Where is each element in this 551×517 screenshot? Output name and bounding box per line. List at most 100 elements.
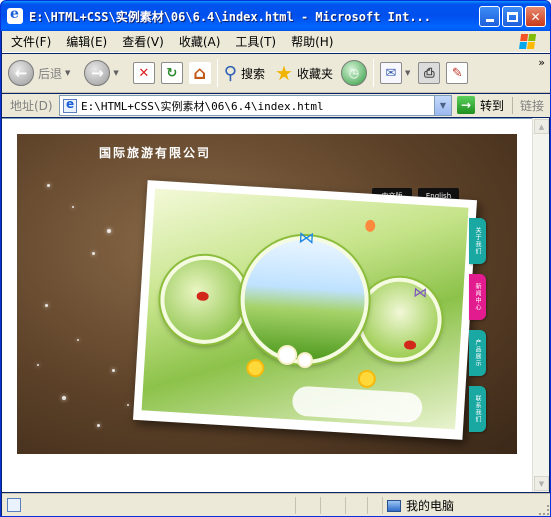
balloon-icon (364, 219, 376, 233)
flower-icon (247, 360, 263, 376)
sparkle (77, 339, 79, 341)
menu-favorites[interactable]: 收藏(A) (173, 33, 227, 50)
status-divider (320, 497, 321, 514)
resize-grip-icon[interactable] (539, 505, 549, 515)
go-arrow-icon: → (457, 96, 475, 114)
tab-about-us[interactable]: 关于我们 (469, 218, 486, 264)
mail-icon: ✉ (379, 62, 402, 84)
back-arrow-icon: ← (8, 60, 34, 86)
stop-icon: ✕ (132, 62, 155, 84)
vertical-scrollbar[interactable]: ▲ ▼ (532, 118, 549, 492)
chevron-down-icon[interactable]: ▼ (65, 69, 70, 77)
site-title: 国际旅游有限公司 (99, 146, 212, 160)
tab-news-center[interactable]: 新闻中心 (469, 274, 486, 320)
right-bubble (355, 275, 445, 365)
security-zone: 我的电脑 (387, 497, 454, 514)
back-button[interactable]: ← 后退 ▼ (8, 60, 70, 86)
maximize-button[interactable] (502, 6, 523, 27)
go-label: 转到 (480, 98, 505, 113)
scroll-up-arrow-icon[interactable]: ▲ (534, 119, 549, 134)
page-icon (63, 97, 77, 113)
close-icon: ✕ (530, 9, 541, 24)
home-icon: ⌂ (188, 62, 211, 84)
minimize-icon (485, 19, 494, 22)
address-url[interactable]: E:\HTML+CSS\实例素材\06\6.4\index.html (81, 98, 324, 114)
minimize-button[interactable] (479, 6, 500, 27)
search-label: 搜索 (240, 66, 265, 81)
favorites-button[interactable]: ★ 收藏夹 (275, 61, 333, 85)
sparkle (45, 304, 48, 307)
browser-window: E:\HTML+CSS\实例素材\06\6.4\index.html - Mic… (0, 0, 551, 517)
menu-tools[interactable]: 工具(T) (229, 33, 282, 50)
maximize-icon (507, 11, 518, 22)
status-divider (295, 497, 296, 514)
tab-products[interactable]: 产品展示 (469, 330, 486, 376)
sparkle (47, 184, 50, 187)
toolbar: ← 后退 ▼ → ▼ ✕ ↻ ⌂ ⚲ 搜索 ★ 收藏夹 ◷ ✉ ▼ ⎙ ✎ » (2, 54, 550, 93)
spring-landscape-image: ⋈ ⋈ (141, 188, 469, 430)
menu-edit[interactable]: 编辑(E) (60, 33, 113, 50)
sparkle (92, 252, 95, 255)
refresh-icon: ↻ (160, 62, 183, 84)
go-button[interactable]: → 转到 (457, 96, 504, 114)
flower-icon (298, 353, 312, 367)
title-bar[interactable]: E:\HTML+CSS\实例素材\06\6.4\index.html - Mic… (1, 1, 550, 31)
edit-button[interactable]: ✎ (446, 62, 469, 84)
close-button[interactable]: ✕ (525, 6, 546, 27)
address-label: 地址(D) (10, 99, 53, 113)
site-banner: 国际旅游有限公司 中文版 English ⋈ ⋈ (17, 134, 517, 454)
forward-arrow-icon: → (84, 60, 111, 86)
address-input[interactable]: E:\HTML+CSS\实例素材\06\6.4\index.html ▼ (59, 95, 452, 116)
tab-contact-us[interactable]: 联系我们 (469, 386, 486, 432)
refresh-button[interactable]: ↻ (160, 62, 183, 84)
flower-icon (359, 371, 375, 387)
chevron-down-icon[interactable]: ▼ (434, 96, 451, 115)
search-button[interactable]: ⚲ 搜索 (224, 63, 265, 84)
home-button[interactable]: ⌂ (188, 62, 211, 84)
back-label: 后退 (38, 66, 63, 81)
status-divider (382, 497, 383, 514)
butterfly-icon: ⋈ (297, 227, 315, 248)
page-status-icon (7, 498, 21, 512)
mail-button[interactable]: ✉ ▼ (379, 62, 410, 84)
ladybug-icon (403, 340, 417, 350)
chevron-down-icon[interactable]: ▼ (113, 69, 118, 77)
butterfly-icon: ⋈ (412, 284, 428, 302)
page-viewport[interactable]: 国际旅游有限公司 中文版 English ⋈ ⋈ (2, 118, 532, 492)
ie-icon (7, 6, 23, 24)
stop-button[interactable]: ✕ (132, 62, 155, 84)
edit-page-icon: ✎ (446, 62, 469, 84)
sparkle (112, 369, 115, 372)
address-bar: 地址(D) E:\HTML+CSS\实例素材\06\6.4\index.html… (2, 94, 550, 117)
computer-icon (387, 499, 401, 512)
scroll-down-arrow-icon[interactable]: ▼ (534, 476, 549, 491)
forward-button[interactable]: → ▼ (84, 60, 119, 86)
status-divider (345, 497, 346, 514)
windows-logo-icon (513, 32, 543, 52)
menu-bar: 文件(F) 编辑(E) 查看(V) 收藏(A) 工具(T) 帮助(H) (2, 31, 550, 53)
print-button[interactable]: ⎙ (418, 62, 441, 84)
cloud-decoration (291, 385, 424, 424)
sparkle (37, 364, 39, 366)
toolbar-divider (216, 59, 218, 87)
toolbar-overflow-chevron[interactable]: » (538, 56, 545, 69)
photo-frame: ⋈ ⋈ (132, 180, 478, 440)
chevron-down-icon[interactable]: ▼ (405, 69, 410, 77)
menu-view[interactable]: 查看(V) (116, 33, 170, 50)
ladybug-icon (196, 291, 209, 302)
sparkle (107, 229, 111, 233)
links-button[interactable]: 链接 (512, 97, 544, 114)
status-divider (367, 497, 368, 514)
window-title: E:\HTML+CSS\实例素材\06\6.4\index.html - Mic… (29, 9, 432, 24)
sparkle (62, 396, 66, 400)
menu-file[interactable]: 文件(F) (5, 33, 57, 50)
printer-icon: ⎙ (418, 62, 441, 84)
toolbar-divider (372, 59, 374, 87)
history-button[interactable]: ◷ (340, 60, 367, 86)
center-bubble (236, 232, 373, 368)
menu-help[interactable]: 帮助(H) (285, 33, 339, 50)
star-icon: ★ (275, 61, 293, 85)
history-icon: ◷ (340, 60, 367, 86)
search-icon: ⚲ (223, 62, 237, 84)
sparkle (97, 424, 100, 427)
